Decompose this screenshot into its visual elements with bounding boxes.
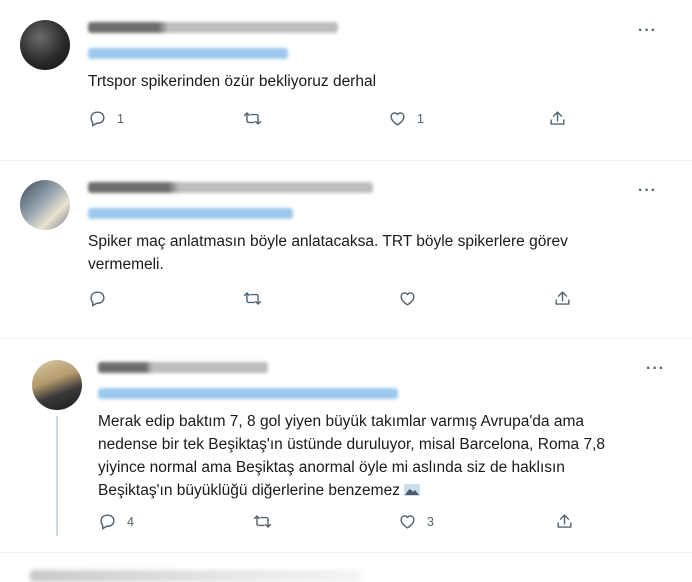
tweet-3[interactable]: ··· Merak edip baktım 7, 8 gol yiyen büy…	[0, 338, 692, 548]
like-count: 3	[427, 514, 434, 529]
replying-to-blurred	[98, 388, 398, 399]
reply-icon	[90, 291, 105, 307]
like-button[interactable]	[398, 289, 427, 308]
reply-button[interactable]: 1	[88, 109, 124, 128]
tweet-1[interactable]: ··· Trtspor spikerinden özür bekliyoruz …	[0, 0, 692, 158]
retweet-icon	[253, 515, 272, 528]
share-icon	[557, 514, 572, 528]
author-name-blurred	[88, 182, 373, 193]
reply-icon	[100, 514, 115, 530]
tweet-actions: 4 3	[98, 512, 598, 536]
share-button[interactable]	[548, 109, 567, 128]
reply-button[interactable]	[88, 289, 117, 308]
more-options-icon[interactable]: ···	[638, 22, 657, 40]
author-name-blurred	[98, 362, 268, 373]
share-button[interactable]	[553, 289, 572, 308]
more-options-icon[interactable]: ···	[638, 182, 657, 200]
reply-button[interactable]: 4	[98, 512, 134, 531]
retweet-button[interactable]	[253, 512, 282, 531]
like-button[interactable]: 1	[388, 109, 424, 128]
replying-to-blurred	[88, 208, 293, 219]
author-name-blurred	[88, 22, 338, 33]
divider	[0, 552, 692, 553]
reply-count: 1	[117, 111, 124, 126]
avatar[interactable]	[20, 180, 70, 230]
tweet-text: Merak edip baktım 7, 8 gol yiyen büyük t…	[98, 410, 605, 502]
retweet-icon	[243, 112, 262, 125]
like-button[interactable]: 3	[398, 512, 434, 531]
mountain-emoji-icon	[403, 484, 420, 496]
like-count: 1	[417, 111, 424, 126]
tweet-text: Trtspor spikerinden özür bekliyoruz derh…	[88, 73, 377, 90]
tweet-text: Spiker maç anlatmasın böyle anlatacaksa.…	[88, 233, 568, 273]
tweet-actions	[88, 289, 588, 313]
avatar[interactable]	[20, 20, 70, 70]
thread-line	[56, 416, 58, 536]
tweet-text-content: Merak edip baktım 7, 8 gol yiyen büyük t…	[98, 413, 605, 499]
heart-icon	[390, 112, 405, 126]
reply-count: 4	[127, 514, 134, 529]
retweet-button[interactable]	[243, 289, 272, 308]
avatar[interactable]	[32, 360, 82, 410]
tweet-actions: 1 1	[88, 109, 588, 133]
reply-icon	[90, 111, 105, 127]
heart-icon	[400, 515, 415, 529]
tweet-2[interactable]: ··· Spiker maç anlatmasın böyle anlataca…	[0, 160, 692, 335]
heart-icon	[400, 292, 415, 306]
next-tweet-preview-blurred	[30, 570, 360, 582]
share-button[interactable]	[555, 512, 574, 531]
share-icon	[550, 111, 565, 125]
share-icon	[555, 291, 570, 305]
retweet-button[interactable]	[243, 109, 272, 128]
replying-to-blurred	[88, 48, 288, 59]
more-options-icon[interactable]: ···	[646, 360, 665, 378]
retweet-icon	[243, 292, 262, 305]
